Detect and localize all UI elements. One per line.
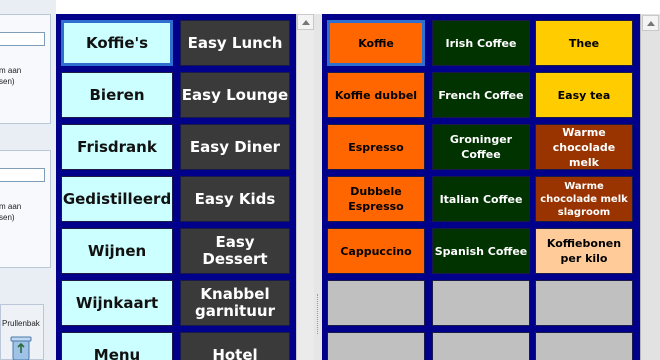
product-button[interactable]: Cappuccino [327, 228, 425, 274]
product-button[interactable]: Warme chocolade melk [535, 124, 633, 170]
scroll-up-arrow-icon[interactable] [642, 15, 659, 31]
left-fragment-text-1: m aan sen) [0, 66, 22, 86]
trash-bin[interactable]: Prullenbak [0, 304, 44, 360]
empty-product-slot[interactable] [327, 332, 425, 360]
category-button[interactable]: Menu [61, 332, 173, 360]
product-button[interactable]: Warme chocolade melk slagroom [535, 176, 633, 222]
recycle-bin-icon [10, 336, 32, 360]
left-text-field-1[interactable] [0, 32, 45, 46]
empty-product-slot[interactable] [535, 280, 633, 326]
category-button[interactable]: Knabbel garnituur [180, 280, 290, 326]
empty-product-slot[interactable] [327, 280, 425, 326]
product-button[interactable]: Thee [535, 20, 633, 66]
left-side-panel: m aan sen) m aan sen) Prullenbak [0, 0, 56, 360]
left-form-box-2: m aan sen) [0, 150, 51, 268]
product-button[interactable]: Koffiebonen per kilo [535, 228, 633, 274]
scroll-up-arrow-icon[interactable] [297, 14, 314, 30]
category-button[interactable]: Hotel [180, 332, 290, 360]
category-button[interactable]: Frisdrank [61, 124, 173, 170]
category-button[interactable]: Easy Diner [180, 124, 290, 170]
product-button[interactable]: Easy tea [535, 72, 633, 118]
product-button[interactable]: French Coffee [432, 72, 530, 118]
left-form-box-1: m aan sen) [0, 14, 51, 124]
left-fragment-text-2: m aan sen) [0, 202, 22, 222]
category-button[interactable]: Bieren [61, 72, 173, 118]
splitter-grip [317, 294, 319, 334]
empty-product-slot[interactable] [535, 332, 633, 360]
product-button[interactable]: Irish Coffee [432, 20, 530, 66]
product-button[interactable]: Dubbele Espresso [327, 176, 425, 222]
product-button[interactable]: Koffie [327, 20, 425, 66]
category-button[interactable]: Easy Lounge [180, 72, 290, 118]
trash-label: Prullenbak [2, 319, 40, 328]
category-button[interactable]: Wijnkaart [61, 280, 173, 326]
panel-divider[interactable] [314, 14, 322, 360]
product-button[interactable]: Espresso [327, 124, 425, 170]
left-text-field-2[interactable] [0, 168, 45, 182]
empty-product-slot[interactable] [432, 280, 530, 326]
product-panel: Koffie Irish Coffee Thee Koffie dubbel Frenc… [322, 14, 640, 360]
category-button[interactable]: Easy Dessert [180, 228, 290, 274]
empty-product-slot[interactable] [432, 332, 530, 360]
product-button[interactable]: Koffie dubbel [327, 72, 425, 118]
category-button[interactable]: Gedistilleerd [61, 176, 173, 222]
category-button[interactable]: Easy Kids [180, 176, 290, 222]
category-panel: Koffie's Bieren Frisdrank Gedistilleerd Wijn… [56, 14, 314, 360]
product-button[interactable]: Spanish Coffee [432, 228, 530, 274]
product-button[interactable]: Italian Coffee [432, 176, 530, 222]
category-button[interactable]: Easy Lunch [180, 20, 290, 66]
category-scrollbar[interactable] [296, 14, 314, 360]
product-button[interactable]: Groninger Coffee [432, 124, 530, 170]
category-button[interactable]: Wijnen [61, 228, 173, 274]
category-button[interactable]: Koffie's [61, 20, 173, 66]
product-scrollbar[interactable] [640, 14, 660, 360]
